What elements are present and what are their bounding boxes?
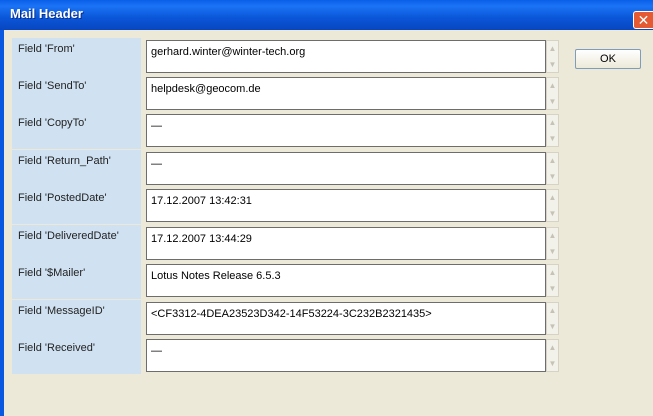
field-row: Field 'From' gerhard.winter@winter-tech.o…: [4, 38, 564, 75]
field-label-cell: Field 'PostedDate': [12, 187, 141, 224]
field-label-cell: Field '$Mailer': [12, 262, 141, 299]
field-value-box[interactable]: 17.12.2007 13:44:29: [146, 227, 546, 260]
field-label-cell: Field 'Return_Path': [12, 150, 141, 187]
field-scrollbar[interactable]: ▲ ▼: [546, 189, 559, 222]
field-value-box[interactable]: —: [146, 152, 546, 185]
field-label-cell: Field 'From': [12, 38, 141, 75]
field-label: Field 'SendTo': [18, 80, 87, 92]
field-row: Field '$Mailer' Lotus Notes Release 6.5.3…: [4, 262, 564, 299]
scroll-down-arrow-icon[interactable]: ▼: [547, 281, 558, 296]
scroll-up-arrow-icon[interactable]: ▲: [547, 190, 558, 205]
field-label-cell: Field 'Received': [12, 337, 141, 374]
field-value: Lotus Notes Release 6.5.3: [151, 270, 281, 282]
scroll-up-arrow-icon[interactable]: ▲: [547, 41, 558, 56]
dialog-body: Field 'From' gerhard.winter@winter-tech.o…: [4, 30, 653, 416]
field-value: helpdesk@geocom.de: [151, 83, 261, 95]
scroll-down-arrow-icon[interactable]: ▼: [547, 131, 558, 146]
field-value: 17.12.2007 13:42:31: [151, 195, 252, 207]
field-scrollbar[interactable]: ▲ ▼: [546, 302, 559, 335]
mail-header-dialog: Mail Header ✕ Field 'From' gerhard.winter…: [0, 0, 653, 416]
field-value: <CF3312-4DEA23523D342-14F53224-3C232B232…: [151, 308, 432, 320]
scroll-down-arrow-icon[interactable]: ▼: [547, 356, 558, 371]
field-row: Field 'MessageID' <CF3312-4DEA23523D342-1…: [4, 300, 564, 337]
field-value-box[interactable]: Lotus Notes Release 6.5.3: [146, 264, 546, 297]
field-value: 17.12.2007 13:44:29: [151, 233, 252, 245]
scroll-up-arrow-icon[interactable]: ▲: [547, 265, 558, 280]
field-label: Field 'Received': [18, 342, 95, 354]
close-button[interactable]: ✕: [633, 11, 653, 29]
scroll-down-arrow-icon[interactable]: ▼: [547, 206, 558, 221]
window-title: Mail Header: [10, 6, 83, 21]
title-bar[interactable]: Mail Header ✕: [0, 0, 653, 30]
scroll-up-arrow-icon[interactable]: ▲: [547, 78, 558, 93]
field-value-box[interactable]: 17.12.2007 13:42:31: [146, 189, 546, 222]
field-value: —: [151, 120, 162, 132]
field-value: —: [151, 345, 162, 357]
field-value-box[interactable]: —: [146, 114, 546, 147]
field-value: —: [151, 158, 162, 170]
field-value-box[interactable]: gerhard.winter@winter-tech.org: [146, 40, 546, 73]
field-label: Field 'PostedDate': [18, 192, 107, 204]
field-scrollbar[interactable]: ▲ ▼: [546, 77, 559, 110]
scroll-up-arrow-icon[interactable]: ▲: [547, 153, 558, 168]
field-scrollbar[interactable]: ▲ ▼: [546, 264, 559, 297]
scroll-down-arrow-icon[interactable]: ▼: [547, 94, 558, 109]
field-value: gerhard.winter@winter-tech.org: [151, 46, 306, 58]
field-scrollbar[interactable]: ▲ ▼: [546, 227, 559, 260]
scroll-up-arrow-icon[interactable]: ▲: [547, 340, 558, 355]
field-label-cell: Field 'SendTo': [12, 75, 141, 112]
field-value-box[interactable]: <CF3312-4DEA23523D342-14F53224-3C232B232…: [146, 302, 546, 335]
field-scrollbar[interactable]: ▲ ▼: [546, 339, 559, 372]
field-row: Field 'Received' — ▲ ▼: [4, 337, 564, 374]
scroll-down-arrow-icon[interactable]: ▼: [547, 169, 558, 184]
scroll-down-arrow-icon[interactable]: ▼: [547, 57, 558, 72]
scroll-down-arrow-icon[interactable]: ▼: [547, 244, 558, 259]
field-label: Field 'CopyTo': [18, 117, 87, 129]
field-row: Field 'CopyTo' — ▲ ▼: [4, 112, 564, 149]
field-row: Field 'SendTo' helpdesk@geocom.de ▲ ▼: [4, 75, 564, 112]
close-icon: ✕: [637, 11, 650, 28]
field-label: Field 'Return_Path': [18, 155, 111, 167]
ok-button[interactable]: OK: [575, 49, 641, 69]
scroll-up-arrow-icon[interactable]: ▲: [547, 228, 558, 243]
scroll-down-arrow-icon[interactable]: ▼: [547, 319, 558, 334]
field-label-cell: Field 'CopyTo': [12, 112, 141, 149]
field-value-box[interactable]: —: [146, 339, 546, 372]
field-label: Field 'From': [18, 43, 75, 55]
field-scrollbar[interactable]: ▲ ▼: [546, 40, 559, 73]
field-label: Field '$Mailer': [18, 267, 86, 279]
field-label-cell: Field 'MessageID': [12, 300, 141, 337]
scroll-up-arrow-icon[interactable]: ▲: [547, 303, 558, 318]
field-scrollbar[interactable]: ▲ ▼: [546, 152, 559, 185]
field-label: Field 'MessageID': [18, 305, 105, 317]
field-row: Field 'PostedDate' 17.12.2007 13:42:31 ▲ ▼: [4, 187, 564, 224]
field-row: Field 'Return_Path' — ▲ ▼: [4, 150, 564, 187]
scroll-up-arrow-icon[interactable]: ▲: [547, 115, 558, 130]
field-label: Field 'DeliveredDate': [18, 230, 119, 242]
field-scrollbar[interactable]: ▲ ▼: [546, 114, 559, 147]
field-row: Field 'DeliveredDate' 17.12.2007 13:44:29…: [4, 225, 564, 262]
field-label-cell: Field 'DeliveredDate': [12, 225, 141, 262]
field-value-box[interactable]: helpdesk@geocom.de: [146, 77, 546, 110]
